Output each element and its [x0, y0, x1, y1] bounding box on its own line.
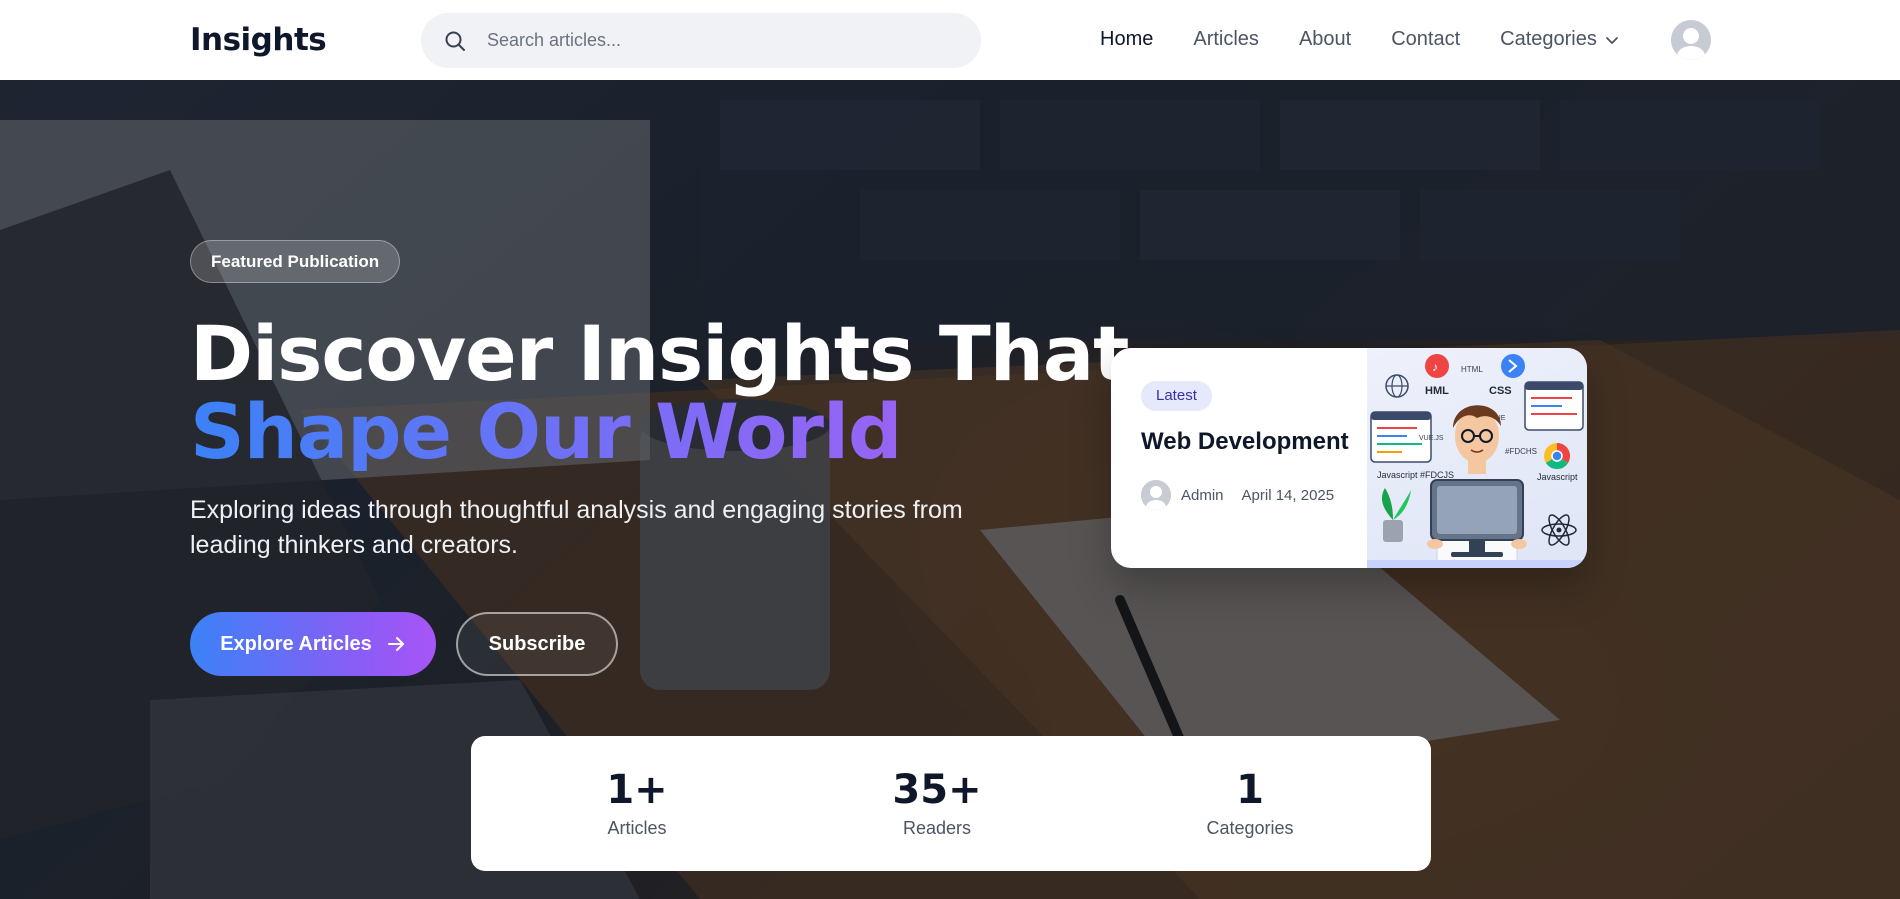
- stat-readers: 35+ Readers: [837, 768, 1037, 839]
- top-navbar: Insights Home Articles About Contact Cat…: [0, 0, 1900, 80]
- image-label-hml: HML: [1425, 385, 1449, 397]
- stat-readers-value: 35+: [892, 767, 982, 813]
- stat-categories-label: Categories: [1206, 818, 1294, 838]
- nav-home[interactable]: Home: [1100, 28, 1153, 51]
- nav-articles[interactable]: Articles: [1193, 28, 1259, 51]
- stat-articles-value: 1+: [606, 767, 668, 813]
- nav-contact[interactable]: Contact: [1391, 28, 1460, 51]
- arrow-right-icon: [387, 637, 404, 651]
- author-avatar-icon: [1141, 480, 1171, 510]
- stat-categories-value: 1: [1236, 767, 1264, 813]
- developer-illustration: ♪ HML CSS HTML VUE VUE.JS Javascript #FD…: [1367, 354, 1587, 568]
- image-label-vuejs: VUE.JS: [1419, 435, 1444, 442]
- article-date: April 14, 2025: [1241, 486, 1335, 504]
- explore-articles-label: Explore Articles: [220, 632, 372, 655]
- hero-subtitle: Exploring ideas through thoughtful analy…: [190, 496, 963, 559]
- featured-badge: Featured Publication: [190, 240, 401, 283]
- image-label-javascript-2: Javascript: [1537, 472, 1578, 482]
- stat-readers-label: Readers: [902, 818, 972, 838]
- headline-line-1: Discover Insights That: [190, 309, 1129, 398]
- image-label-javascript-1: Javascript #FDCJS: [1377, 470, 1454, 480]
- explore-articles-button[interactable]: Explore Articles: [190, 612, 436, 676]
- hero-headline: Discover Insights That Shape Our World: [190, 315, 1129, 471]
- headline-line-2: Shape Our World: [190, 393, 1128, 471]
- stats-panel: 1+ Articles 35+ Readers 1 Categories: [471, 736, 1431, 871]
- nav-about[interactable]: About: [1299, 28, 1351, 51]
- stat-articles-label: Articles: [607, 818, 667, 838]
- user-avatar-icon: [1671, 20, 1711, 60]
- image-label-css: CSS: [1489, 385, 1512, 397]
- author-avatar: [1141, 480, 1171, 510]
- article-title[interactable]: Web Development: [1141, 428, 1349, 456]
- image-label-html: HTML: [1461, 365, 1483, 374]
- article-meta: Admin April 14, 2025: [1141, 480, 1334, 510]
- article-thumbnail: ♪ HML CSS HTML VUE VUE.JS Javascript #FD…: [1367, 348, 1587, 568]
- search-icon: [445, 31, 465, 51]
- nav-categories-label: Categories: [1500, 28, 1597, 50]
- search-input[interactable]: [487, 13, 957, 68]
- nav-categories-dropdown[interactable]: Categories: [1500, 28, 1620, 51]
- latest-tag: Latest: [1141, 381, 1212, 411]
- svg-text:♪: ♪: [1432, 360, 1438, 374]
- main-nav: Home Articles About Contact Categories: [1100, 28, 1620, 51]
- stat-articles: 1+ Articles: [537, 768, 737, 839]
- featured-article-card[interactable]: Latest Web Development Admin April 14, 2…: [1111, 348, 1587, 568]
- user-avatar[interactable]: [1671, 20, 1711, 60]
- stat-categories: 1 Categories: [1150, 768, 1350, 839]
- chevron-down-icon: [1605, 36, 1618, 44]
- site-logo[interactable]: Insights: [190, 22, 327, 58]
- search-bar[interactable]: [421, 13, 981, 68]
- image-label-fdchs: #FDCHS: [1505, 447, 1537, 456]
- subscribe-button[interactable]: Subscribe: [456, 612, 618, 676]
- author-name: Admin: [1181, 486, 1224, 504]
